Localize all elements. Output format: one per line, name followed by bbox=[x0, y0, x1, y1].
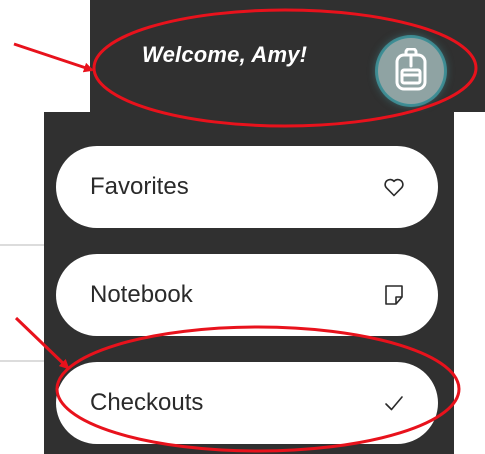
welcome-greeting: Welcome, Amy! bbox=[142, 42, 308, 67]
page-divider-line bbox=[0, 360, 44, 362]
menu-item-notebook[interactable]: Notebook bbox=[56, 254, 438, 336]
checkmark-icon bbox=[385, 396, 403, 411]
menu-item-favorites[interactable]: Favorites bbox=[56, 146, 438, 228]
backpack-icon bbox=[395, 48, 427, 91]
menu-item-checkouts[interactable]: Checkouts bbox=[56, 362, 438, 444]
annotation-arrow-header bbox=[13, 42, 94, 73]
heart-icon bbox=[384, 178, 404, 197]
menu-item-label: Favorites bbox=[90, 173, 189, 200]
menu-item-label: Notebook bbox=[90, 281, 193, 308]
note-icon bbox=[385, 285, 403, 305]
account-avatar-button[interactable] bbox=[378, 38, 444, 104]
menu-item-label: Checkouts bbox=[90, 389, 204, 416]
page-divider-line bbox=[0, 244, 44, 246]
